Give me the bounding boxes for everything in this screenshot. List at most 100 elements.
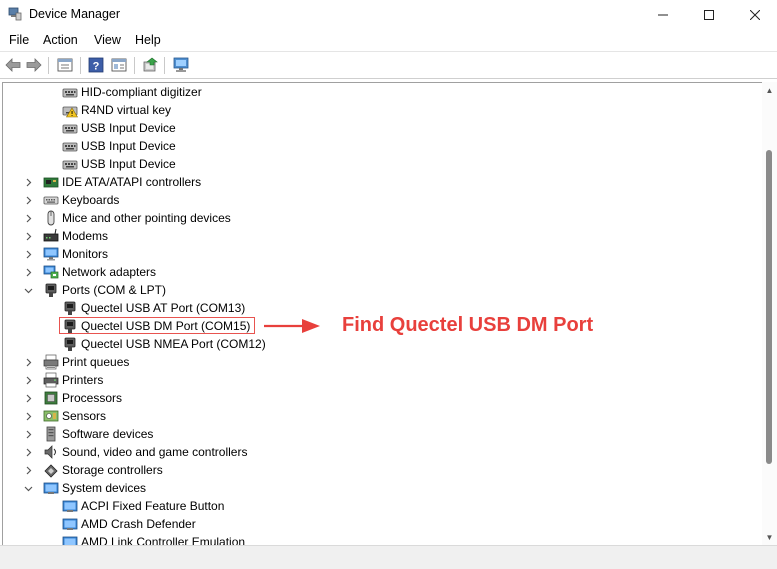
tree-category-row[interactable]: Software devices [26,425,154,443]
tree-item-label: AMD Link Controller Emulation [81,535,246,545]
svg-text:?: ? [93,61,100,73]
chevron-right-icon[interactable] [23,407,33,425]
toolbar-separator [134,57,135,74]
tree-category-row[interactable]: Modems [26,227,109,245]
tree-category-row[interactable]: Sensors [26,407,107,425]
tree-item-label: Print queues [62,355,130,369]
hid-device-icon [62,138,78,154]
tree-category-row[interactable]: IDE ATA/ATAPI controllers [26,173,201,191]
forward-icon[interactable] [24,56,44,74]
hid-device-icon [62,84,78,100]
system-device-icon [43,480,59,496]
tree-category-row[interactable]: Printers [26,371,104,389]
tree-device-row[interactable]: USB Input Device [62,119,176,137]
tree-item-label: USB Input Device [81,157,176,171]
window-title: Device Manager [29,7,121,21]
tree-item-label: ACPI Fixed Feature Button [81,499,225,513]
chevron-right-icon[interactable] [23,425,33,443]
tree-device-row[interactable]: ACPI Fixed Feature Button [62,497,224,515]
tree-category-row[interactable]: Keyboards [26,191,120,209]
minimize-icon[interactable] [640,0,686,30]
toolbar-separator [80,57,81,74]
scroll-down-icon[interactable]: ▼ [765,533,774,542]
chevron-right-icon[interactable] [23,191,33,209]
chevron-right-icon[interactable] [23,209,33,227]
chevron-right-icon[interactable] [23,263,33,281]
hid-device-icon [62,120,78,136]
chevron-right-icon[interactable] [23,245,33,263]
chevron-right-icon[interactable] [23,389,33,407]
modem-icon [43,228,59,244]
system-device-icon [62,516,78,532]
close-icon[interactable] [732,0,777,30]
network-adapter-icon [43,264,59,280]
tree-category-row[interactable]: Network adapters [26,263,156,281]
tree-category-row[interactable]: Processors [26,389,123,407]
menu-help[interactable]: Help [135,33,161,47]
scrollbar-thumb[interactable] [766,150,772,464]
tree-category-row[interactable]: System devices [24,479,147,497]
chevron-down-icon[interactable] [23,479,33,497]
tree-item-label: Keyboards [62,193,120,207]
toolbar: ? [0,51,777,79]
tree-item-label: Sensors [62,409,107,423]
tree-device-row[interactable]: AMD Link Controller Emulation [62,533,245,545]
menu-view[interactable]: View [94,33,121,47]
status-bar [0,545,777,569]
vertical-scrollbar[interactable]: ▲ ▼ [762,82,777,545]
tree-category-row[interactable]: Mice and other pointing devices [26,209,231,227]
tree-item-label: Ports (COM & LPT) [62,283,167,297]
chevron-right-icon[interactable] [23,353,33,371]
tree-item-label: Software devices [62,427,154,441]
title-bar: Device Manager [0,0,777,30]
back-icon[interactable] [3,56,23,74]
tree-device-row[interactable]: USB Input Device [62,155,176,173]
chevron-right-icon[interactable] [23,443,33,461]
tree-category-row[interactable]: Print queues [26,353,130,371]
tree-item-label: Printers [62,373,104,387]
annotation-highlight-box [59,317,255,334]
tree-device-row[interactable]: Quectel USB AT Port (COM13) [62,299,245,317]
chevron-right-icon[interactable] [23,461,33,479]
chevron-right-icon[interactable] [23,173,33,191]
mouse-icon [43,210,59,226]
system-device-icon [62,498,78,514]
tree-device-row[interactable]: AMD Crash Defender [62,515,196,533]
tree-item-label: Modems [62,229,109,243]
toolbar-separator [48,57,49,74]
tree-item-label: System devices [62,481,147,495]
details-icon[interactable] [109,56,129,74]
tree-device-row[interactable]: Quectel USB NMEA Port (COM12) [62,335,266,353]
tree-device-row[interactable]: R4ND virtual key [62,101,171,119]
tree-device-row[interactable]: USB Input Device [62,137,176,155]
chevron-right-icon[interactable] [23,227,33,245]
menu-file[interactable]: File [9,33,29,47]
ide-controller-icon [43,174,59,190]
tree-category-row[interactable]: Storage controllers [26,461,163,479]
printer-icon [43,372,59,388]
maximize-icon[interactable] [686,0,732,30]
port-icon [43,282,59,298]
tree-item-label: HID-compliant digitizer [81,85,202,99]
toolbar-separator [164,57,165,74]
tree-category-row[interactable]: Sound, video and game controllers [26,443,247,461]
tree-item-label: Processors [62,391,123,405]
help-icon[interactable]: ? [86,56,106,74]
tree-device-row[interactable]: HID-compliant digitizer [62,83,202,101]
chevron-down-icon[interactable] [23,281,33,299]
tree-item-label: Storage controllers [62,463,163,477]
update-driver-icon[interactable] [140,56,160,74]
hid-warning-icon [62,102,79,118]
keyboard-icon [43,192,59,208]
tree-item-label: USB Input Device [81,139,176,153]
chevron-right-icon[interactable] [23,371,33,389]
tree-category-row[interactable]: Ports (COM & LPT) [24,281,167,299]
tree-item-label: R4ND virtual key [81,103,172,117]
scroll-up-icon[interactable]: ▲ [765,86,774,95]
software-device-icon [43,426,59,442]
tree-item-label: Mice and other pointing devices [62,211,231,225]
tree-category-row[interactable]: Monitors [26,245,108,263]
menu-action[interactable]: Action [43,33,78,47]
properties-sheet-icon[interactable] [55,56,75,74]
scan-hardware-icon[interactable] [171,56,191,74]
